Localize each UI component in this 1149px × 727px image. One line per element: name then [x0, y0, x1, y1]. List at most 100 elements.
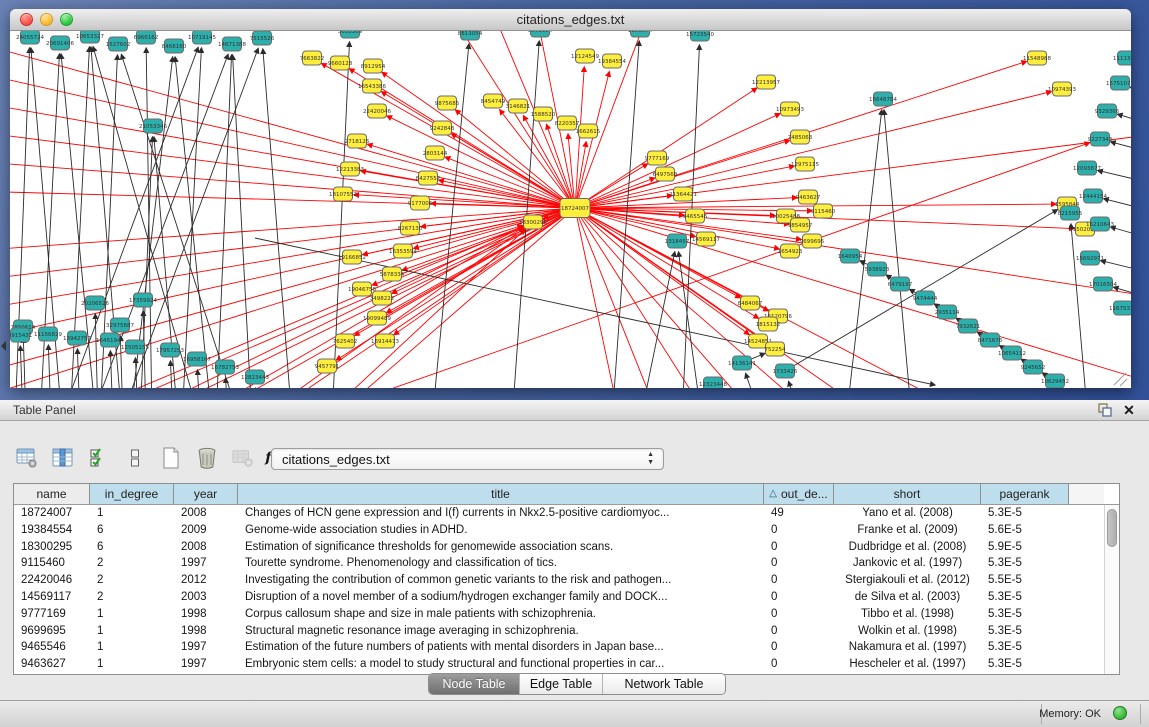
graph-node[interactable]: 14569117	[692, 232, 720, 246]
graph-node[interactable]: 19099489	[363, 311, 391, 325]
graph-node[interactable]: 9699695	[800, 234, 825, 248]
cell-year[interactable]: 1997	[174, 555, 238, 572]
graph-node[interactable]: 11548988	[1023, 51, 1051, 65]
column-header-name[interactable]: name	[14, 484, 90, 504]
cell-year[interactable]: 1998	[174, 606, 238, 623]
cell-pagerank[interactable]: 5.3E-5	[981, 505, 1069, 522]
graph-node[interactable]: 10654112	[998, 346, 1026, 360]
cell-year[interactable]: 1998	[174, 623, 238, 640]
cell-pagerank[interactable]: 5.9E-5	[981, 539, 1069, 556]
delete-trash-button[interactable]	[194, 445, 220, 471]
network-canvas-svg[interactable]: 1872400798756858454749314682115885208220…	[10, 31, 1131, 388]
graph-node[interactable]: 2803144	[423, 146, 448, 160]
graph-edge[interactable]	[382, 72, 575, 208]
cell-in_degree[interactable]: 1	[90, 623, 174, 640]
cell-name[interactable]: 9115460	[14, 555, 90, 572]
graph-node[interactable]: 1640954	[838, 249, 863, 263]
cell-pagerank[interactable]: 5.3E-5	[981, 589, 1069, 606]
cell-out_de[interactable]: 0	[764, 623, 834, 640]
cell-in_degree[interactable]: 2	[90, 555, 174, 572]
graph-node[interactable]: 14136141	[728, 356, 756, 370]
graph-node[interactable]: 8267130	[398, 221, 423, 235]
graph-node[interactable]: 12213383	[336, 162, 364, 176]
graph-node[interactable]: 9463627	[796, 190, 821, 204]
table-row[interactable]: 1456911722003Disruption of a novel membe…	[14, 589, 1104, 606]
cell-out_de[interactable]: 0	[764, 639, 834, 656]
graph-node[interactable]: 9474444	[913, 291, 938, 305]
column-header-pagerank[interactable]: pagerank	[981, 484, 1069, 504]
graph-node[interactable]: 9227343	[1088, 132, 1113, 146]
graph-node[interactable]: 8466160	[162, 39, 187, 53]
cell-pagerank[interactable]: 5.3E-5	[981, 639, 1069, 656]
graph-node[interactable]: 12213957	[752, 75, 780, 89]
graph-edge[interactable]	[575, 72, 609, 208]
cell-title[interactable]: Estimation of the future numbers of pati…	[238, 639, 764, 656]
graph-node[interactable]: 19166852	[338, 250, 366, 264]
graph-node[interactable]: 7485063	[788, 130, 813, 144]
cell-title[interactable]: Structural magnetic resonance image aver…	[238, 623, 764, 640]
new-table-button[interactable]	[158, 445, 184, 471]
graph-edge[interactable]	[575, 208, 660, 388]
graph-node[interactable]: 20691406	[46, 36, 74, 50]
cell-in_degree[interactable]: 6	[90, 522, 174, 539]
graph-node[interactable]: 12093877	[1073, 161, 1101, 175]
graph-edge[interactable]	[368, 144, 575, 208]
graph-node[interactable]: 16958167	[183, 352, 211, 366]
table-row[interactable]: 1938455462009Genome-wide association stu…	[14, 522, 1104, 539]
graph-node[interactable]: 1527602	[106, 37, 131, 51]
graph-edge[interactable]	[121, 54, 240, 388]
cell-name[interactable]: 22420046	[14, 572, 90, 589]
graph-edge[interactable]	[884, 110, 912, 388]
cell-out_de[interactable]: 49	[764, 505, 834, 522]
graph-node[interactable]: 1733426	[773, 364, 798, 378]
graph-node[interactable]: 9572354	[528, 31, 553, 37]
cell-pagerank[interactable]: 5.3E-5	[981, 555, 1069, 572]
table-row[interactable]: 911546021997Tourette syndrome. Phenomeno…	[14, 555, 1104, 572]
cell-short[interactable]: Nakamura et al. (1997)	[834, 639, 981, 656]
graph-edge[interactable]	[20, 346, 23, 388]
graph-node[interactable]: 14671388	[218, 37, 246, 51]
cell-pagerank[interactable]: 5.3E-5	[981, 623, 1069, 640]
cell-short[interactable]: Wolkin et al. (1998)	[834, 623, 981, 640]
cell-short[interactable]: Dudbridge et al. (2008)	[834, 539, 981, 556]
cell-out_de[interactable]: 0	[764, 522, 834, 539]
graph-edge[interactable]	[1118, 114, 1131, 127]
graph-node[interactable]: 3915431	[10, 328, 32, 342]
cell-out_de[interactable]: 0	[764, 572, 834, 589]
row-checks-button[interactable]	[86, 445, 112, 471]
graph-edge[interactable]	[233, 55, 252, 388]
network-window-titlebar[interactable]: citations_edges.txt	[10, 9, 1131, 31]
graph-node[interactable]: 6966162	[134, 31, 159, 44]
graph-edge[interactable]	[430, 31, 575, 208]
graph-edge[interactable]	[1111, 142, 1131, 155]
graph-node[interactable]: 1588520	[531, 107, 556, 121]
graph-edge[interactable]	[23, 338, 26, 388]
graph-node[interactable]: 18107552	[329, 187, 357, 201]
graph-node[interactable]: 2935114	[935, 305, 960, 319]
graph-node[interactable]: 12124549	[571, 49, 599, 63]
graph-node[interactable]: 9777169	[645, 151, 670, 165]
cell-name[interactable]: 9463627	[14, 656, 90, 673]
graph-node[interactable]: 3498222	[370, 291, 395, 305]
graph-edge[interactable]	[10, 208, 575, 376]
cell-year[interactable]: 1997	[174, 639, 238, 656]
cell-pagerank[interactable]: 5.6E-5	[981, 522, 1069, 539]
graph-node[interactable]: 9329366	[1095, 104, 1120, 118]
cell-name[interactable]: 9699695	[14, 623, 90, 640]
graph-edge[interactable]	[1098, 170, 1131, 185]
table-row[interactable]: 2242004622012Investigating the contribut…	[14, 572, 1104, 589]
graph-node[interactable]: 15723540	[686, 31, 714, 41]
graph-node[interactable]: 9660128	[328, 56, 353, 70]
cell-year[interactable]: 2003	[174, 589, 238, 606]
cell-year[interactable]: 1997	[174, 656, 238, 673]
graph-edge[interactable]	[170, 361, 173, 388]
cell-out_de[interactable]: 0	[764, 606, 834, 623]
graph-node[interactable]: 8471676	[978, 333, 1003, 347]
cell-short[interactable]: Jankovic et al. (1997)	[834, 555, 981, 572]
cell-out_de[interactable]: 0	[764, 539, 834, 556]
graph-edge[interactable]	[746, 373, 762, 388]
graph-node[interactable]: 6497568	[653, 167, 678, 181]
graph-node[interactable]: 10719145	[188, 31, 216, 44]
graph-node[interactable]: 8912954	[361, 59, 386, 73]
graph-node[interactable]: 8484067	[738, 296, 763, 310]
